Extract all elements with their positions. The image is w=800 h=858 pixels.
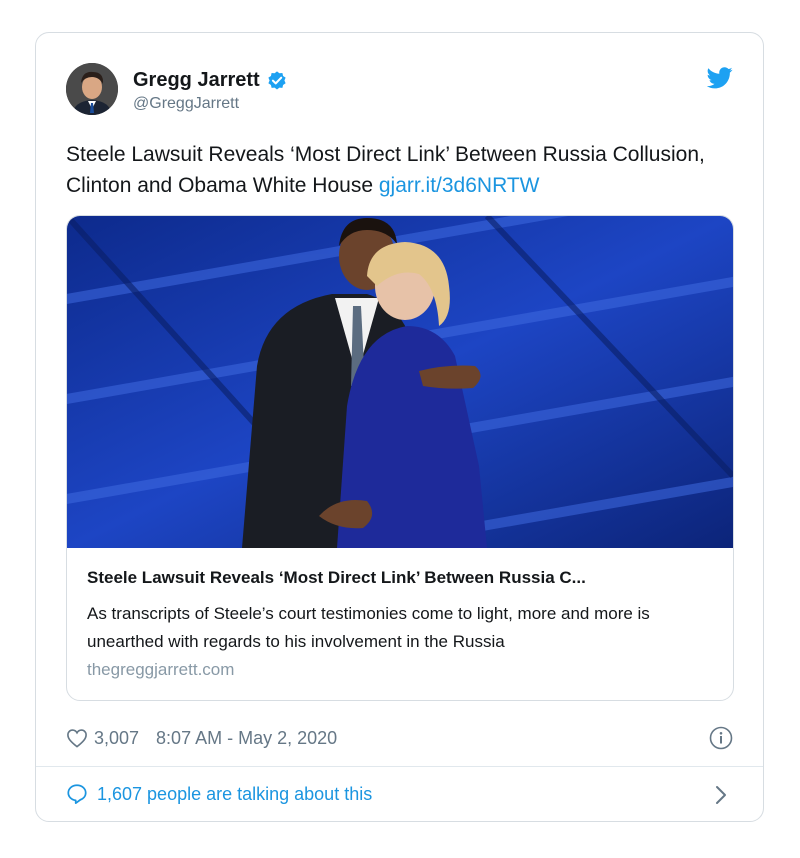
author-name-row[interactable]: Gregg Jarrett	[133, 69, 288, 92]
divider	[36, 766, 763, 767]
chevron-right-icon[interactable]	[715, 785, 727, 805]
like-count[interactable]: 3,007	[94, 728, 139, 749]
info-icon[interactable]	[709, 726, 733, 750]
link-preview-card[interactable]: Steele Lawsuit Reveals ‘Most Direct Link…	[66, 215, 734, 701]
timestamp[interactable]: 8:07 AM - May 2, 2020	[156, 728, 337, 749]
card-image[interactable]	[67, 216, 733, 548]
meta-row: 3,007 8:07 AM - May 2, 2020	[66, 726, 337, 750]
tweet-link[interactable]: gjarr.it/3d6NRTW	[379, 174, 540, 197]
avatar[interactable]	[66, 63, 118, 115]
card-title[interactable]: Steele Lawsuit Reveals ‘Most Direct Link…	[87, 568, 715, 588]
card-domain: thegreggjarrett.com	[87, 660, 235, 679]
avatar-image	[66, 63, 118, 115]
talking-row[interactable]: 1,607 people are talking about this	[66, 783, 372, 805]
talking-count-link[interactable]: 1,607 people are talking about this	[97, 784, 372, 805]
card-description: As transcripts of Steele’s court testimo…	[87, 604, 650, 651]
author-handle[interactable]: @GreggJarrett	[133, 95, 239, 113]
tweet-text: Steele Lawsuit Reveals ‘Most Direct Link…	[66, 139, 736, 201]
verified-icon	[268, 70, 286, 90]
tweet-card[interactable]: Gregg Jarrett @GreggJarrett Steele Lawsu…	[35, 32, 764, 822]
reply-bubble-icon	[67, 784, 87, 805]
twitter-bird-icon[interactable]	[707, 67, 733, 89]
heart-icon[interactable]	[66, 728, 88, 748]
author-name[interactable]: Gregg Jarrett	[133, 69, 260, 92]
